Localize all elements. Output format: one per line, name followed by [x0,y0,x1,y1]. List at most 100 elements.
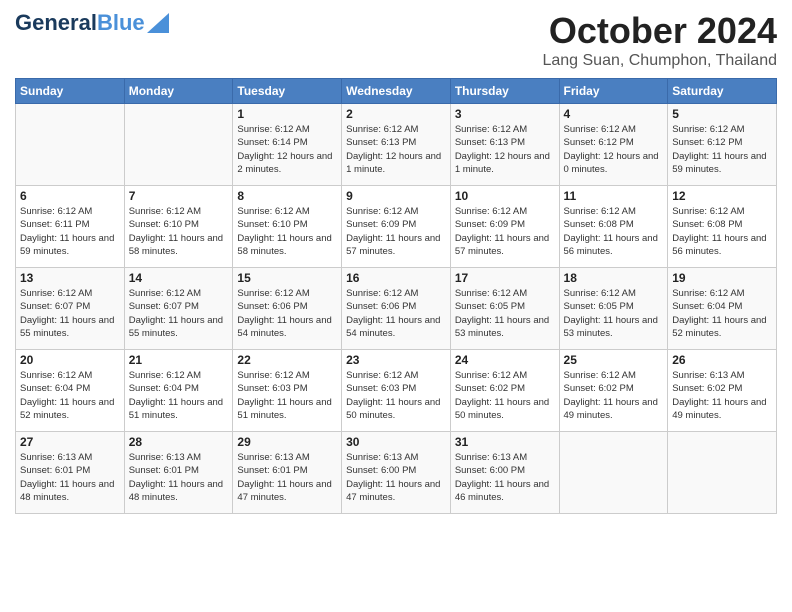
cell-3-2: 22 Sunrise: 6:12 AM Sunset: 6:03 PM Dayl… [233,350,342,432]
cell-0-4: 3 Sunrise: 6:12 AM Sunset: 6:13 PM Dayli… [450,104,559,186]
cell-1-6: 12 Sunrise: 6:12 AM Sunset: 6:08 PM Dayl… [668,186,777,268]
sunrise: Sunrise: 6:12 AM [20,370,92,381]
logo-blue: Blue [97,10,145,36]
sunrise: Sunrise: 6:12 AM [237,206,309,217]
cell-4-3: 30 Sunrise: 6:13 AM Sunset: 6:00 PM Dayl… [342,432,451,514]
cell-3-4: 24 Sunrise: 6:12 AM Sunset: 6:02 PM Dayl… [450,350,559,432]
week-row-3: 20 Sunrise: 6:12 AM Sunset: 6:04 PM Dayl… [16,350,777,432]
cell-info: Sunrise: 6:12 AM Sunset: 6:08 PM Dayligh… [564,205,664,258]
logo-general: General [15,10,97,36]
cell-2-6: 19 Sunrise: 6:12 AM Sunset: 6:04 PM Dayl… [668,268,777,350]
cell-1-0: 6 Sunrise: 6:12 AM Sunset: 6:11 PM Dayli… [16,186,125,268]
cell-4-0: 27 Sunrise: 6:13 AM Sunset: 6:01 PM Dayl… [16,432,125,514]
sunrise: Sunrise: 6:12 AM [672,206,744,217]
daylight: Daylight: 11 hours and 51 minutes. [237,397,331,421]
sunset: Sunset: 6:10 PM [237,219,307,230]
cell-3-0: 20 Sunrise: 6:12 AM Sunset: 6:04 PM Dayl… [16,350,125,432]
cell-4-4: 31 Sunrise: 6:13 AM Sunset: 6:00 PM Dayl… [450,432,559,514]
sunrise: Sunrise: 6:12 AM [237,370,309,381]
sunset: Sunset: 6:07 PM [129,301,199,312]
cell-info: Sunrise: 6:12 AM Sunset: 6:04 PM Dayligh… [672,287,772,340]
daylight: Daylight: 11 hours and 46 minutes. [455,479,549,503]
cell-info: Sunrise: 6:12 AM Sunset: 6:02 PM Dayligh… [564,369,664,422]
daylight: Daylight: 11 hours and 56 minutes. [564,233,658,257]
cell-info: Sunrise: 6:13 AM Sunset: 6:00 PM Dayligh… [346,451,446,504]
daylight: Daylight: 11 hours and 57 minutes. [346,233,440,257]
col-wednesday: Wednesday [342,79,451,104]
sunrise: Sunrise: 6:12 AM [564,370,636,381]
sunset: Sunset: 6:09 PM [455,219,525,230]
daylight: Daylight: 11 hours and 54 minutes. [237,315,331,339]
cell-3-3: 23 Sunrise: 6:12 AM Sunset: 6:03 PM Dayl… [342,350,451,432]
day-number: 7 [129,189,229,203]
sunset: Sunset: 6:05 PM [564,301,634,312]
cell-1-2: 8 Sunrise: 6:12 AM Sunset: 6:10 PM Dayli… [233,186,342,268]
day-number: 8 [237,189,337,203]
daylight: Daylight: 11 hours and 50 minutes. [346,397,440,421]
cell-2-2: 15 Sunrise: 6:12 AM Sunset: 6:06 PM Dayl… [233,268,342,350]
sunrise: Sunrise: 6:12 AM [129,206,201,217]
sunset: Sunset: 6:09 PM [346,219,416,230]
sunset: Sunset: 6:04 PM [129,383,199,394]
col-friday: Friday [559,79,668,104]
logo-wing-icon [147,13,169,33]
sunset: Sunset: 6:10 PM [129,219,199,230]
day-number: 12 [672,189,772,203]
week-row-4: 27 Sunrise: 6:13 AM Sunset: 6:01 PM Dayl… [16,432,777,514]
sunset: Sunset: 6:00 PM [346,465,416,476]
sunset: Sunset: 6:00 PM [455,465,525,476]
day-number: 1 [237,107,337,121]
day-number: 27 [20,435,120,449]
calendar-table: Sunday Monday Tuesday Wednesday Thursday… [15,78,777,514]
day-number: 15 [237,271,337,285]
sunrise: Sunrise: 6:12 AM [455,124,527,135]
daylight: Daylight: 11 hours and 52 minutes. [20,397,114,421]
daylight: Daylight: 11 hours and 58 minutes. [129,233,223,257]
day-number: 14 [129,271,229,285]
sunset: Sunset: 6:12 PM [672,137,742,148]
daylight: Daylight: 11 hours and 50 minutes. [455,397,549,421]
cell-info: Sunrise: 6:12 AM Sunset: 6:14 PM Dayligh… [237,123,337,176]
sunrise: Sunrise: 6:13 AM [129,452,201,463]
daylight: Daylight: 11 hours and 55 minutes. [20,315,114,339]
sunrise: Sunrise: 6:13 AM [455,452,527,463]
cell-info: Sunrise: 6:13 AM Sunset: 6:01 PM Dayligh… [129,451,229,504]
daylight: Daylight: 11 hours and 47 minutes. [346,479,440,503]
cell-4-5 [559,432,668,514]
cell-info: Sunrise: 6:12 AM Sunset: 6:08 PM Dayligh… [672,205,772,258]
daylight: Daylight: 11 hours and 53 minutes. [564,315,658,339]
sunrise: Sunrise: 6:12 AM [564,206,636,217]
day-number: 20 [20,353,120,367]
sunrise: Sunrise: 6:12 AM [129,370,201,381]
sunrise: Sunrise: 6:12 AM [237,124,309,135]
sunset: Sunset: 6:04 PM [20,383,90,394]
sunset: Sunset: 6:02 PM [564,383,634,394]
cell-info: Sunrise: 6:12 AM Sunset: 6:05 PM Dayligh… [455,287,555,340]
daylight: Daylight: 11 hours and 52 minutes. [672,315,766,339]
cell-3-1: 21 Sunrise: 6:12 AM Sunset: 6:04 PM Dayl… [124,350,233,432]
day-number: 23 [346,353,446,367]
day-number: 29 [237,435,337,449]
day-number: 17 [455,271,555,285]
cell-3-5: 25 Sunrise: 6:12 AM Sunset: 6:02 PM Dayl… [559,350,668,432]
cell-0-3: 2 Sunrise: 6:12 AM Sunset: 6:13 PM Dayli… [342,104,451,186]
sunset: Sunset: 6:13 PM [455,137,525,148]
sunset: Sunset: 6:04 PM [672,301,742,312]
col-sunday: Sunday [16,79,125,104]
cell-info: Sunrise: 6:12 AM Sunset: 6:12 PM Dayligh… [564,123,664,176]
sunset: Sunset: 6:08 PM [672,219,742,230]
daylight: Daylight: 12 hours and 0 minutes. [564,151,659,175]
cell-info: Sunrise: 6:12 AM Sunset: 6:05 PM Dayligh… [564,287,664,340]
sunrise: Sunrise: 6:13 AM [20,452,92,463]
cell-info: Sunrise: 6:12 AM Sunset: 6:03 PM Dayligh… [346,369,446,422]
cell-4-2: 29 Sunrise: 6:13 AM Sunset: 6:01 PM Dayl… [233,432,342,514]
cell-info: Sunrise: 6:13 AM Sunset: 6:01 PM Dayligh… [237,451,337,504]
daylight: Daylight: 12 hours and 1 minute. [346,151,441,175]
sunset: Sunset: 6:01 PM [129,465,199,476]
cell-0-6: 5 Sunrise: 6:12 AM Sunset: 6:12 PM Dayli… [668,104,777,186]
daylight: Daylight: 11 hours and 57 minutes. [455,233,549,257]
cell-info: Sunrise: 6:12 AM Sunset: 6:09 PM Dayligh… [346,205,446,258]
week-row-0: 1 Sunrise: 6:12 AM Sunset: 6:14 PM Dayli… [16,104,777,186]
sunrise: Sunrise: 6:12 AM [346,124,418,135]
col-saturday: Saturday [668,79,777,104]
